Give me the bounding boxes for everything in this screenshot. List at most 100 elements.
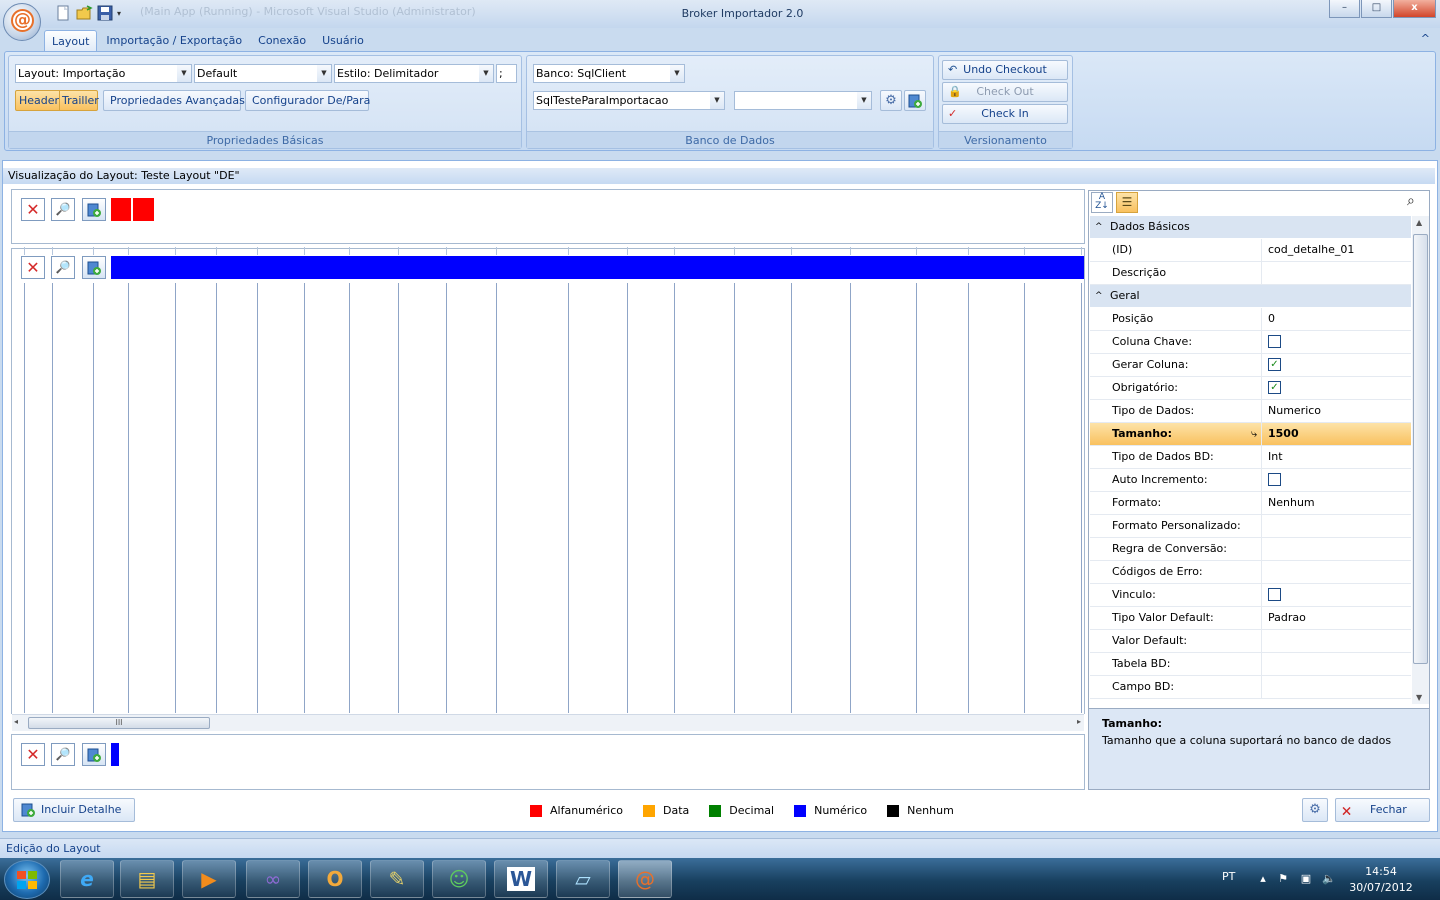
property-value[interactable]: Int <box>1265 446 1411 468</box>
property-value[interactable] <box>1265 630 1411 652</box>
zoom-detail-button[interactable]: 🔎 <box>51 256 75 279</box>
zoom-trailer-button[interactable]: 🔎 <box>51 743 75 766</box>
check-in-button[interactable]: ✓ Check In <box>942 104 1068 124</box>
header-trailler-toggle[interactable]: Header Trailler <box>15 90 99 111</box>
tab-importacao-exportacao[interactable]: Importação / Exportação <box>99 30 249 52</box>
property-row[interactable]: Formato: Nenhum <box>1090 492 1411 515</box>
property-value[interactable] <box>1265 676 1411 698</box>
tab-layout[interactable]: Layout <box>44 30 98 52</box>
property-row[interactable]: Tipo de Dados BD: Int <box>1090 446 1411 469</box>
secondary-combo[interactable]: ▼ <box>734 91 872 110</box>
add-header-field-button[interactable] <box>82 198 106 221</box>
add-trailer-field-button[interactable] <box>82 743 106 766</box>
network-icon[interactable]: ▣ <box>1299 872 1313 886</box>
outlook-icon[interactable]: O <box>308 860 362 898</box>
chevron-up-icon[interactable]: ^ <box>1421 32 1430 45</box>
undo-checkout-button[interactable]: ↶ Undo Checkout <box>942 60 1068 80</box>
unchecked-checkbox[interactable] <box>1268 587 1281 601</box>
sort-alphabetical-icon[interactable]: A Z↓ <box>1091 192 1113 213</box>
scroll-up-arrow-icon[interactable]: ▲ <box>1416 218 1422 227</box>
collapse-chevron-icon[interactable]: ^ <box>1095 285 1103 307</box>
trailler-button[interactable]: Trailler <box>59 91 99 110</box>
property-row[interactable]: (ID) cod_detalhe_01 <box>1090 239 1411 262</box>
property-value[interactable]: cod_detalhe_01 <box>1265 239 1411 261</box>
broker-importador-taskbar-icon[interactable]: @ <box>618 860 672 898</box>
property-row[interactable]: Campo BD: <box>1090 676 1411 699</box>
dropdown-arrow-icon[interactable]: ▼ <box>710 92 724 109</box>
dropdown-arrow-icon[interactable]: ▼ <box>177 65 191 82</box>
unchecked-checkbox[interactable] <box>1268 334 1281 348</box>
visual-studio-icon[interactable]: ∞ <box>246 860 300 898</box>
checked-checkbox[interactable]: ✓ <box>1268 357 1281 371</box>
property-value[interactable] <box>1265 561 1411 583</box>
zoom-header-button[interactable]: 🔎 <box>51 198 75 221</box>
banco-combo[interactable]: Banco: SqlClient ▼ <box>533 64 685 83</box>
maximize-button[interactable]: □ <box>1361 0 1392 18</box>
collapse-chevron-icon[interactable]: ^ <box>1095 216 1103 238</box>
property-row[interactable]: Obrigatório: ✓ <box>1090 377 1411 400</box>
close-button[interactable]: x <box>1393 0 1436 18</box>
property-value[interactable]: 0 <box>1265 308 1411 330</box>
property-value[interactable]: Padrao <box>1265 607 1411 629</box>
language-indicator[interactable]: PT <box>1222 870 1235 883</box>
default-combo[interactable]: Default ▼ <box>194 64 332 83</box>
check-out-button[interactable]: 🔒 Check Out <box>942 82 1068 102</box>
property-search-input[interactable] <box>1140 193 1428 212</box>
checked-checkbox[interactable]: ✓ <box>1268 380 1281 394</box>
trailer-field-block[interactable] <box>111 743 119 766</box>
settings-button[interactable]: ⚙ <box>1302 798 1328 822</box>
tab-usuario[interactable]: Usuário <box>315 30 371 52</box>
property-value[interactable] <box>1265 262 1411 284</box>
tab-conexao[interactable]: Conexão <box>251 30 313 52</box>
property-value[interactable]: ✓ <box>1265 377 1411 399</box>
property-scroll-thumb[interactable] <box>1413 234 1428 664</box>
property-value[interactable] <box>1265 653 1411 675</box>
property-value[interactable]: ⤷ 1500 <box>1251 423 1411 445</box>
dropdown-arrow-icon[interactable]: ▼ <box>479 65 493 82</box>
minimize-button[interactable]: – <box>1329 0 1360 18</box>
delete-detail-button[interactable]: ✕ <box>21 256 45 279</box>
dropdown-arrow-icon[interactable]: ▼ <box>317 65 331 82</box>
horizontal-scroll-thumb[interactable]: III <box>28 717 210 729</box>
detail-field-block[interactable] <box>111 256 1084 279</box>
property-value[interactable] <box>1265 469 1411 491</box>
settings-gear-button[interactable]: ⚙ <box>880 90 902 111</box>
categorized-view-icon[interactable]: ☰ <box>1116 192 1138 213</box>
database-add-button[interactable] <box>904 90 926 111</box>
word-icon[interactable]: W <box>494 860 548 898</box>
property-row[interactable]: Formato Personalizado: <box>1090 515 1411 538</box>
system-clock[interactable]: 14:54 30/07/2012 <box>1346 864 1416 896</box>
property-value[interactable] <box>1265 331 1411 353</box>
property-row[interactable]: Tipo Valor Default: Padrao <box>1090 607 1411 630</box>
scroll-down-arrow-icon[interactable]: ▼ <box>1416 693 1422 702</box>
delete-header-button[interactable]: ✕ <box>21 198 45 221</box>
configurador-depara-button[interactable]: Configurador De/Para <box>245 90 370 111</box>
property-category[interactable]: ^ Dados Básicos <box>1090 216 1411 238</box>
header-field-block-1[interactable] <box>111 198 131 221</box>
internet-explorer-icon[interactable]: e <box>60 860 114 898</box>
property-row[interactable]: Valor Default: <box>1090 630 1411 653</box>
property-row[interactable]: Códigos de Erro: <box>1090 561 1411 584</box>
property-value[interactable] <box>1265 538 1411 560</box>
header-field-block-2[interactable] <box>133 198 154 221</box>
media-player-icon[interactable]: ▶ <box>182 860 236 898</box>
delete-trailer-button[interactable]: ✕ <box>21 743 45 766</box>
application-menu-button[interactable]: @ <box>3 3 41 41</box>
dropdown-arrow-icon[interactable]: ▼ <box>857 92 871 109</box>
header-button[interactable]: Header <box>19 91 59 110</box>
dropdown-arrow-icon[interactable]: ▼ <box>670 65 684 82</box>
messenger-icon[interactable]: ☺ <box>432 860 486 898</box>
property-row[interactable]: Tabela BD: <box>1090 653 1411 676</box>
property-row[interactable]: Tipo de Dados: Numerico <box>1090 400 1411 423</box>
layout-combo[interactable]: Layout: Importação ▼ <box>15 64 192 83</box>
scroll-left-arrow-icon[interactable]: ◂ <box>14 717 18 726</box>
property-row[interactable]: Auto Incremento: <box>1090 469 1411 492</box>
property-row[interactable]: Tamanho: ⤷ 1500 <box>1090 423 1411 446</box>
property-value[interactable]: ✓ <box>1265 354 1411 376</box>
scroll-right-arrow-icon[interactable]: ▸ <box>1077 717 1081 726</box>
property-row[interactable]: Gerar Coluna: ✓ <box>1090 354 1411 377</box>
horizontal-scrollbar[interactable]: ◂ III ▸ <box>12 714 1084 731</box>
property-category[interactable]: ^ Geral <box>1090 285 1411 307</box>
property-row[interactable]: Vinculo: <box>1090 584 1411 607</box>
file-explorer-icon[interactable]: ▤ <box>120 860 174 898</box>
